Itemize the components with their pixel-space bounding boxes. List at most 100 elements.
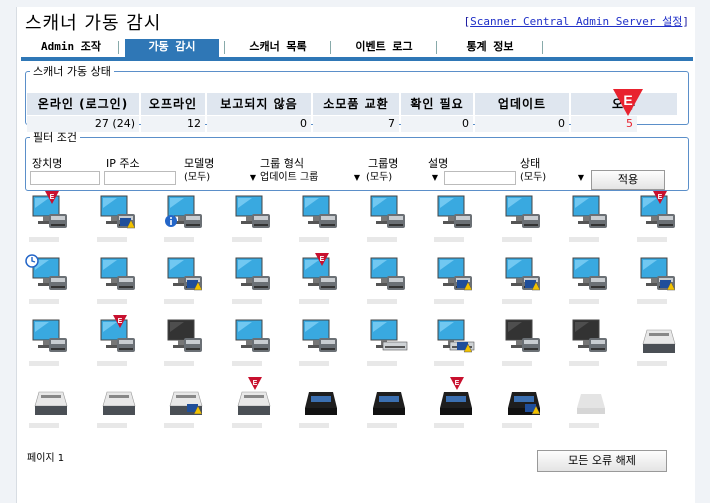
scanner-tile[interactable]: [231, 192, 276, 242]
scanner-tile[interactable]: [636, 254, 681, 304]
pc-scanner-icon: [232, 254, 276, 301]
scanner-tile[interactable]: [231, 254, 276, 304]
scanner-name-label: [636, 237, 667, 242]
chevron-down-icon: ▼: [431, 173, 438, 182]
admin-server-settings-text[interactable]: Scanner Central Admin Server 설정: [470, 15, 682, 28]
scanner-icon: [29, 378, 73, 425]
scanner-tile[interactable]: [501, 316, 546, 366]
scanner-tile[interactable]: [569, 316, 613, 366]
scanner-tile[interactable]: E: [299, 253, 343, 304]
pc-scanner-icon: [29, 316, 73, 363]
scanner-tile[interactable]: [636, 316, 681, 366]
scanner-tile[interactable]: E: [96, 315, 141, 366]
scanner-tile[interactable]: E: [636, 191, 681, 242]
scanner-tile[interactable]: [164, 254, 208, 304]
scanner-tile[interactable]: E: [231, 377, 276, 428]
scanner-tile[interactable]: [164, 192, 208, 242]
scanner-name-label: [164, 423, 194, 428]
scanner-name-label: [299, 299, 329, 304]
pc-scanner-icon: [502, 192, 546, 239]
scanner-tile[interactable]: [366, 378, 411, 428]
scanner-name-label: [299, 361, 329, 366]
pc-scanner-icon: [232, 192, 276, 239]
scanner-tile[interactable]: E: [434, 377, 478, 428]
scanner-tile[interactable]: [366, 254, 411, 304]
scanner-name-label: [434, 299, 464, 304]
scanner-tile[interactable]: [366, 192, 411, 242]
scanner-tile[interactable]: [299, 316, 343, 366]
scanner-tile[interactable]: [164, 378, 208, 428]
scanner-tile[interactable]: [434, 192, 478, 242]
scanner-tile[interactable]: [501, 192, 546, 242]
tab-event-log[interactable]: 이벤트 로그: [337, 39, 437, 55]
label-group-type: 그룹 형식: [260, 157, 304, 170]
scanner-name-label: [569, 299, 599, 304]
tab-monitoring[interactable]: 가동 감시: [125, 39, 225, 57]
device-name-input[interactable]: [30, 171, 100, 185]
scanner-tile[interactable]: [164, 316, 208, 366]
tab-scanner-list[interactable]: 스캐너 목록: [231, 39, 331, 55]
scanner-tile[interactable]: [569, 378, 613, 428]
scanner-tile[interactable]: [569, 192, 613, 242]
scanner-icon: [299, 378, 343, 425]
group-type-select-value: 업데이트 그룹: [260, 172, 319, 183]
page-title: 스캐너 가동 감시: [25, 13, 162, 34]
chevron-down-icon: ▼: [249, 173, 256, 182]
scanner-tile[interactable]: [434, 316, 478, 366]
status-header-check: 확인 필요: [401, 93, 473, 115]
ip-input[interactable]: [104, 171, 176, 185]
scanner-tile[interactable]: E: [29, 191, 73, 242]
admin-server-settings-link[interactable]: [Scanner Central Admin Server 설정]: [463, 13, 689, 29]
pc-scanner-icon: [164, 316, 208, 363]
group-type-select[interactable]: 업데이트 그룹 ▼: [260, 171, 362, 185]
scanner-tile[interactable]: [29, 378, 73, 428]
apply-button[interactable]: 적용: [591, 170, 665, 190]
scanner-name-label: [164, 361, 194, 366]
scanner-name-label: [366, 423, 397, 428]
label-state: 상태: [520, 157, 541, 170]
pc-scanner-icon: [367, 254, 411, 301]
scanner-status-panel: 스캐너 가동 상태 온라인 (로그인) 오프라인 보고되지 않음 소모품 교환 …: [25, 63, 689, 132]
pc-scanner-icon: [232, 316, 276, 363]
filter-panel: 필터 조건 장치명 IP 주소 모델명 그룹 형식 그룹명 설명 상태 (모두)…: [25, 129, 689, 191]
label-description: 설명: [428, 157, 449, 170]
scanner-name-label: [366, 237, 397, 242]
scanner-name-label: [299, 237, 329, 242]
scanner-tile[interactable]: [96, 192, 141, 242]
link-bracket-close: ]: [682, 15, 689, 28]
svg-text:E: E: [623, 92, 632, 108]
scanner-name-label: [569, 361, 599, 366]
scanner-name-label: [501, 299, 532, 304]
tab-statistics[interactable]: 통계 정보: [443, 39, 543, 55]
scanner-name-label: [96, 237, 127, 242]
tab-admin[interactable]: Admin 조작: [29, 39, 119, 55]
scanner-name-label: [164, 299, 194, 304]
scanner-tile[interactable]: [231, 316, 276, 366]
scanner-name-label: [231, 237, 262, 242]
scanner-name-label: [501, 423, 532, 428]
scanner-tile[interactable]: [434, 254, 478, 304]
pc-scanner-icon: [434, 192, 478, 239]
pc-scanner-icon: [299, 316, 343, 363]
clear-all-errors-button[interactable]: 모든 오류 해제: [537, 450, 667, 472]
model-select[interactable]: (모두) ▼: [184, 171, 258, 185]
scanner-tile[interactable]: [501, 378, 546, 428]
state-select[interactable]: (모두) ▼: [520, 171, 586, 185]
scanner-tile[interactable]: [501, 254, 546, 304]
scanner-tile[interactable]: [29, 316, 73, 366]
scanner-icon: [637, 316, 681, 363]
group-name-select[interactable]: (모두) ▼: [366, 171, 440, 185]
scanner-tile[interactable]: [569, 254, 613, 304]
filter-legend: 필터 조건: [33, 131, 77, 144]
scanner-name-label: [164, 237, 194, 242]
scanner-tile[interactable]: [299, 192, 343, 242]
status-header-offline: 오프라인: [141, 93, 205, 115]
scanner-tile[interactable]: [299, 378, 343, 428]
scanner-tile[interactable]: [96, 378, 141, 428]
scanner-tile[interactable]: [96, 254, 141, 304]
status-header-consumable: 소모품 교환: [313, 93, 399, 115]
scanner-tile[interactable]: [25, 254, 73, 304]
description-input[interactable]: [444, 171, 516, 185]
label-group-name: 그룹명: [368, 157, 399, 170]
scanner-tile[interactable]: [366, 316, 411, 366]
